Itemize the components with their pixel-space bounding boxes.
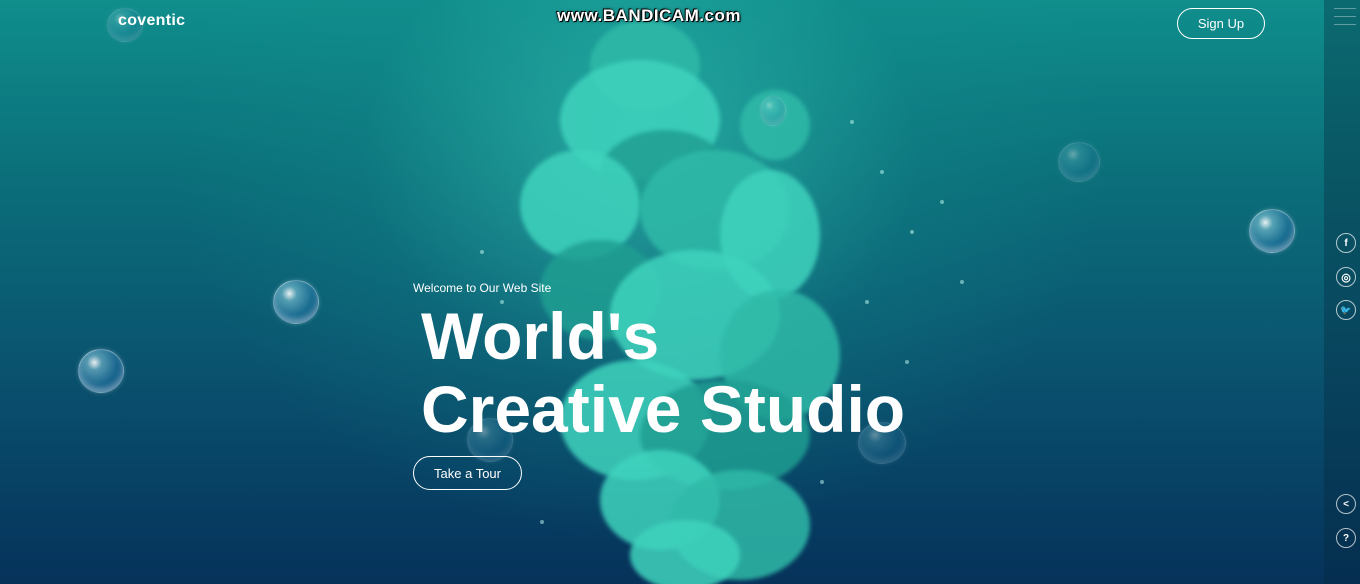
instagram-icon[interactable]: ◎ xyxy=(1336,267,1356,287)
menu-icon[interactable] xyxy=(1334,8,1356,32)
take-a-tour-button[interactable]: Take a Tour xyxy=(413,456,522,490)
facebook-icon[interactable]: f xyxy=(1336,233,1356,253)
bubble xyxy=(273,280,319,324)
share-icon[interactable]: < xyxy=(1336,494,1356,514)
hero-title-line2: Creative Studio xyxy=(421,372,906,446)
bubble xyxy=(760,96,786,126)
bubble xyxy=(78,349,124,393)
site-logo[interactable]: coventic xyxy=(118,12,185,30)
help-icon[interactable]: ? xyxy=(1336,528,1356,548)
hero-title: World's Creative Studio xyxy=(421,300,905,446)
twitter-icon[interactable]: 🐦 xyxy=(1336,300,1356,320)
recorder-watermark: www.BANDICAM.com xyxy=(557,6,741,25)
hero-title-line1: World's xyxy=(421,299,660,373)
bubble xyxy=(1249,209,1295,253)
hero-kicker: Welcome to Our Web Site xyxy=(413,281,552,295)
hero-section: coventic www.BANDICAM.com Sign Up f ◎ 🐦 … xyxy=(0,0,1360,584)
bubble xyxy=(1058,142,1100,182)
sign-up-button[interactable]: Sign Up xyxy=(1177,8,1265,39)
